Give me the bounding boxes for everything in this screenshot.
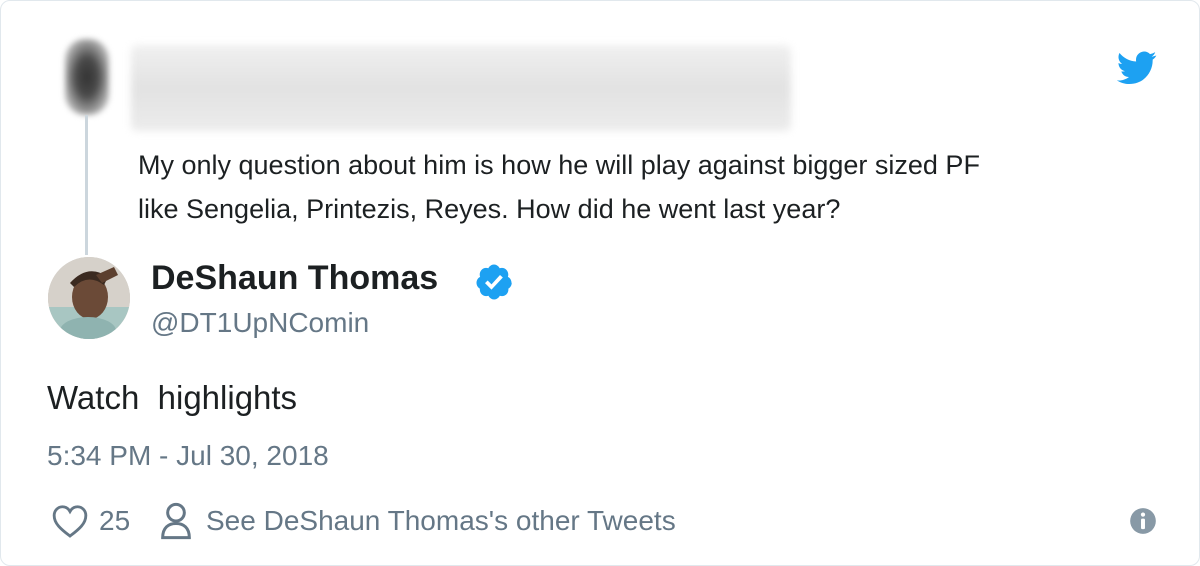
see-other-tweets-link[interactable]: See DeShaun Thomas's other Tweets (206, 505, 676, 537)
tweet-timestamp[interactable]: 5:34 PM - Jul 30, 2018 (47, 440, 329, 472)
author-avatar[interactable] (48, 257, 130, 339)
reply-author-avatar-blurred[interactable] (65, 39, 109, 115)
thread-connector-line (85, 115, 88, 255)
tweet-actions-bar: 25 See DeShaun Thomas's other Tweets (47, 499, 1167, 543)
verified-badge-icon (476, 264, 512, 300)
author-name[interactable]: DeShaun Thomas (151, 259, 438, 298)
likes-count[interactable]: 25 (99, 505, 130, 537)
reply-text-line-2: like Sengelia, Printezis, Reyes. How did… (138, 194, 841, 224)
person-icon[interactable] (159, 501, 193, 541)
embedded-tweet-card: My only question about him is how he wil… (0, 0, 1200, 566)
tweet-text: Watch highlights (47, 379, 298, 416)
reply-text-line-1: My only question about him is how he wil… (138, 150, 980, 180)
reply-author-header-blurred (131, 45, 791, 131)
twitter-bird-icon[interactable] (1117, 51, 1157, 85)
heart-icon[interactable] (51, 503, 89, 539)
author-handle[interactable]: @DT1UpNComin (151, 307, 369, 339)
info-icon[interactable] (1129, 507, 1157, 535)
reply-tweet-text: My only question about him is how he wil… (138, 143, 1158, 231)
